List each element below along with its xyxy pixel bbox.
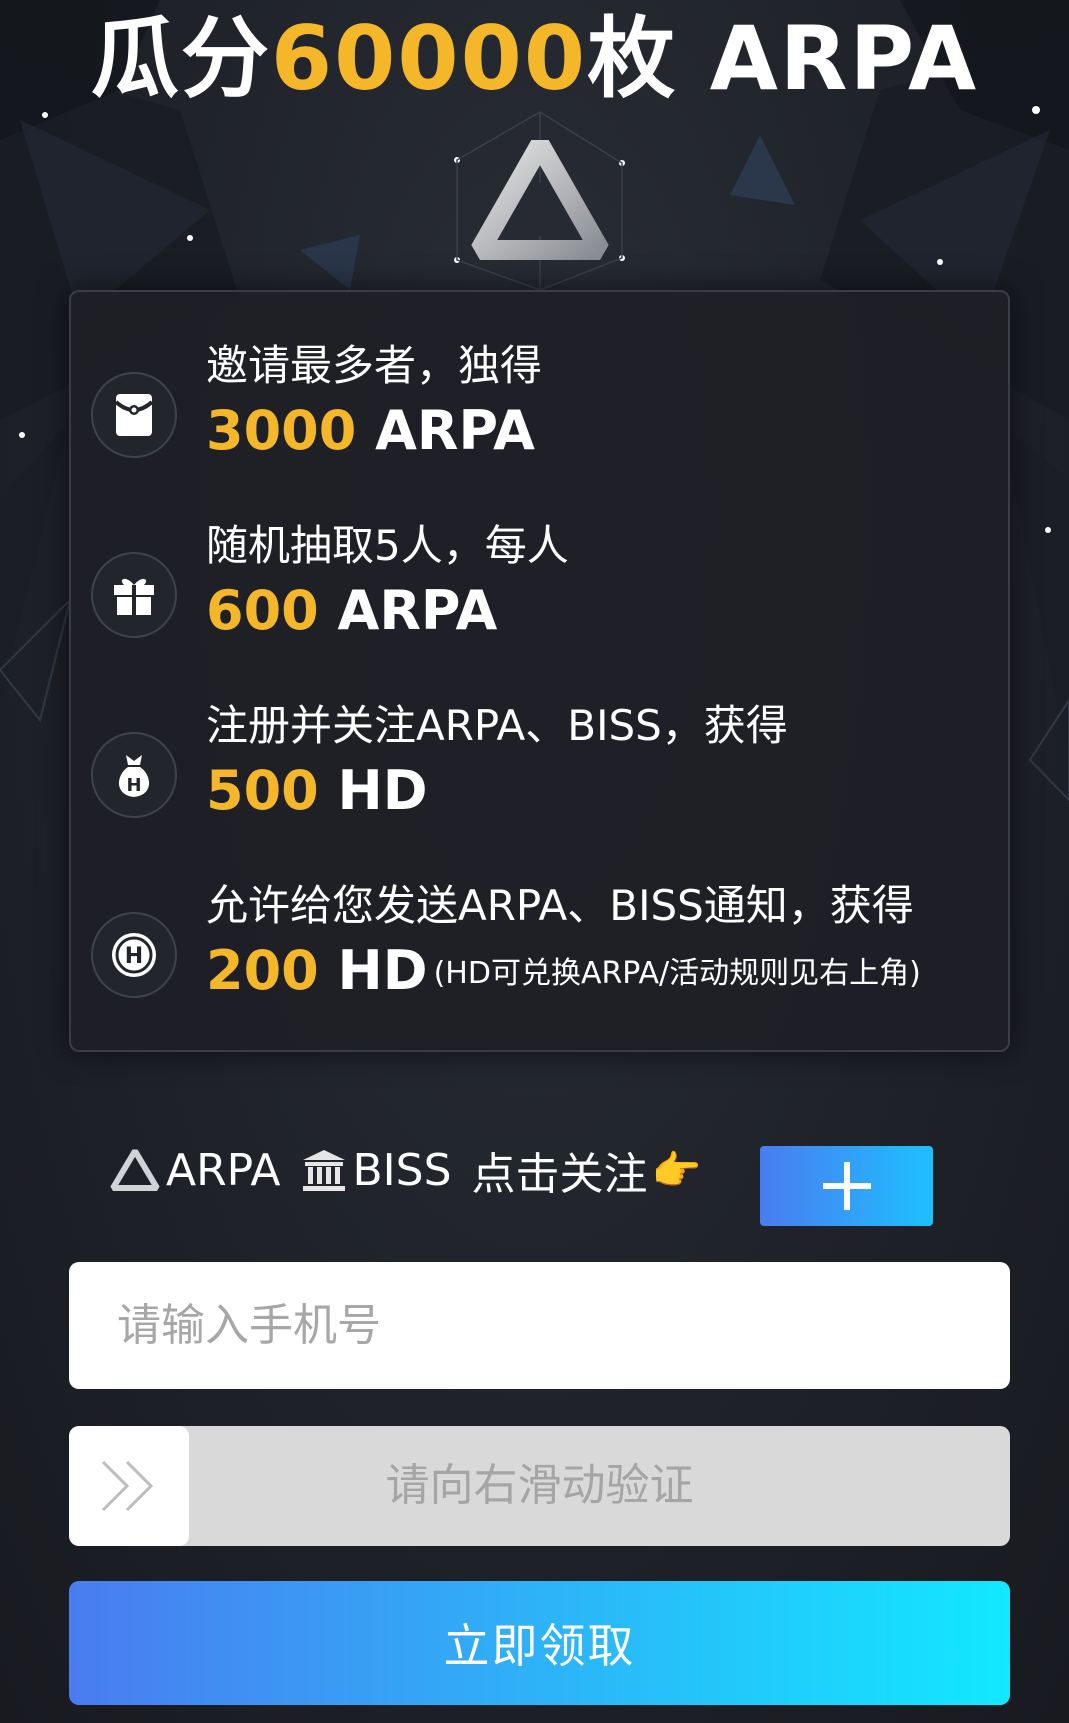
slider-text: 请向右滑动验证: [385, 1460, 694, 1511]
reward-note: (HD可兑换ARPA/活动规则见右上角): [433, 956, 921, 992]
phone-input[interactable]: [69, 1262, 1010, 1389]
red-envelope-icon: [91, 372, 177, 458]
slider-handle[interactable]: [69, 1426, 189, 1546]
title-prefix: 瓜分: [90, 7, 271, 110]
reward-description: 邀请最多者，独得: [206, 341, 543, 390]
plus-icon: [822, 1162, 871, 1210]
reward-item-notifications: H 允许给您发送ARPA、BISS通知，获得 200 HD (HD可兑换ARPA/…: [91, 876, 991, 1026]
follow-brand-biss: BISS: [352, 1144, 452, 1196]
pointing-hand-icon: 👉: [651, 1147, 702, 1194]
page-title: 瓜分60000枚 ARPA: [0, 4, 1069, 114]
gift-icon: [91, 552, 177, 638]
svg-text:H: H: [126, 775, 141, 796]
reward-description: 随机抽取5人，每人: [206, 521, 569, 570]
reward-description: 注册并关注ARPA、BISS，获得: [206, 701, 788, 750]
reward-description: 允许给您发送ARPA、BISS通知，获得: [206, 881, 914, 930]
slide-verify[interactable]: 请向右滑动验证: [69, 1426, 1010, 1546]
reward-unit: HD: [337, 939, 428, 1002]
arpa-triangle-icon: [110, 1149, 160, 1191]
reward-unit: ARPA: [375, 399, 535, 462]
reward-amount: 3000: [206, 399, 357, 462]
reward-amount: 500: [206, 759, 319, 822]
follow-brand-arpa: ARPA: [166, 1144, 281, 1196]
hd-coin-icon: H: [91, 912, 177, 998]
money-bag-icon: H: [91, 732, 177, 818]
reward-amount: 600: [206, 579, 319, 642]
reward-item-top-inviter: 邀请最多者，独得 3000 ARPA: [91, 336, 991, 486]
bank-icon: [302, 1150, 345, 1191]
reward-item-register: H 注册并关注ARPA、BISS，获得 500 HD: [91, 696, 991, 846]
arpa-logo-icon: [445, 130, 625, 290]
rewards-card: 邀请最多者，独得 3000 ARPA 随机抽取5人，每人 600 ARPA H: [69, 290, 1010, 1052]
reward-amount: 200: [206, 939, 319, 1002]
follow-row: ARPA BISS 点击关注 👉: [110, 1140, 701, 1200]
title-suffix: 枚 ARPA: [587, 7, 979, 110]
reward-item-random-draw: 随机抽取5人，每人 600 ARPA: [91, 516, 991, 666]
follow-label: 点击关注: [471, 1149, 648, 1200]
double-chevron-right-icon: [101, 1460, 154, 1512]
reward-unit: HD: [337, 759, 428, 822]
claim-button[interactable]: 立即领取: [69, 1581, 1010, 1705]
reward-unit: ARPA: [337, 579, 498, 642]
follow-button[interactable]: [760, 1146, 933, 1226]
title-amount: 60000: [270, 7, 588, 110]
biss-brand: BISS: [301, 1145, 452, 1196]
arpa-brand: ARPA: [110, 1145, 281, 1196]
svg-text:H: H: [125, 944, 143, 969]
